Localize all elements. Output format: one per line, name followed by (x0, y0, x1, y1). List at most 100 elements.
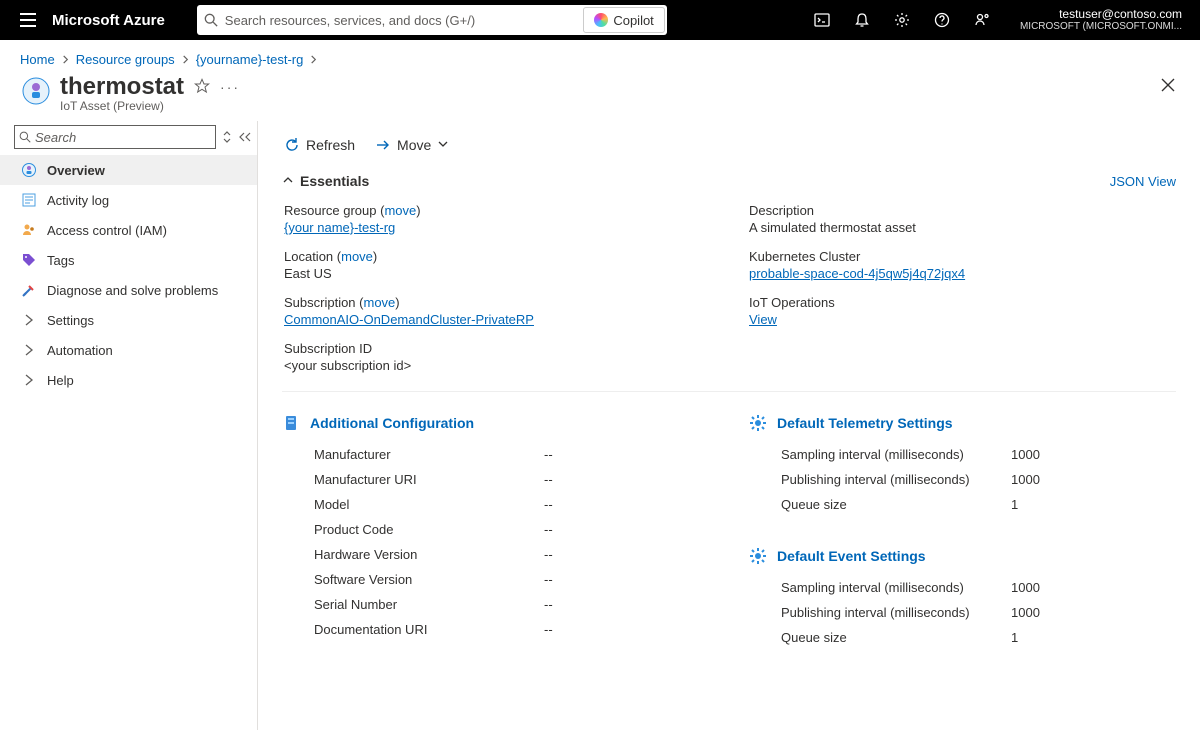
sidebar-item-tags[interactable]: Tags (0, 245, 257, 275)
kv-value: 1000 (1011, 605, 1040, 620)
chevron-up-icon (282, 174, 294, 189)
ess-desc-value: A simulated thermostat asset (749, 220, 1174, 235)
topbar-actions (802, 0, 1002, 40)
help-icon[interactable] (922, 0, 962, 40)
kv-key: Queue size (781, 630, 1011, 645)
kv-key: Documentation URI (314, 622, 544, 637)
config-icon (282, 414, 300, 432)
resource-type-icon (20, 75, 52, 107)
more-actions-icon[interactable]: ··· (220, 79, 240, 95)
ess-iot-value[interactable]: View (749, 312, 777, 327)
kv-value: -- (544, 497, 553, 512)
feedback-icon[interactable] (962, 0, 1002, 40)
tags-icon (21, 252, 37, 268)
sidebar-item-overview[interactable]: Overview (0, 155, 257, 185)
chevron-right-icon (309, 52, 318, 67)
breadcrumb: Home Resource groups {yourname}-test-rg (0, 40, 1200, 73)
copilot-label: Copilot (613, 13, 653, 28)
move-location-link[interactable]: move (341, 249, 373, 264)
kv-key: Sampling interval (milliseconds) (781, 580, 1011, 595)
move-label: Move (397, 137, 431, 153)
sidebar-search-input[interactable] (31, 130, 211, 145)
json-view-link[interactable]: JSON View (1110, 174, 1176, 189)
kv-row: Software Version-- (282, 567, 709, 592)
diagnose-icon (21, 282, 37, 298)
ess-location-label: Location (284, 249, 333, 264)
hamburger-menu-icon[interactable] (8, 0, 48, 40)
kv-key: Manufacturer (314, 447, 544, 462)
kv-value: -- (544, 572, 553, 587)
expand-collapse-icon[interactable] (222, 125, 232, 149)
kv-value: -- (544, 622, 553, 637)
breadcrumb-rg[interactable]: Resource groups (76, 52, 175, 67)
collapse-sidebar-icon[interactable] (238, 125, 252, 149)
kv-row: Sampling interval (milliseconds)1000 (749, 442, 1176, 467)
ess-location-value: East US (284, 266, 709, 281)
kv-row: Publishing interval (milliseconds)1000 (749, 600, 1176, 625)
sidebar-item-label: Diagnose and solve problems (47, 283, 218, 298)
settings-gear-icon[interactable] (882, 0, 922, 40)
breadcrumb-home[interactable]: Home (20, 52, 55, 67)
page-title: thermostat (60, 73, 184, 101)
sidebar-item-label: Help (47, 373, 74, 388)
section-header: Default Event Settings (777, 548, 926, 564)
copilot-button[interactable]: Copilot (583, 7, 664, 33)
kv-key: Publishing interval (milliseconds) (781, 472, 1011, 487)
kv-row: Hardware Version-- (282, 542, 709, 567)
account-tenant: MICROSOFT (MICROSOFT.ONMI... (1020, 21, 1182, 33)
sidebar-item-settings[interactable]: Settings (0, 305, 257, 335)
kv-key: Serial Number (314, 597, 544, 612)
kv-value: 1 (1011, 630, 1018, 645)
kv-key: Software Version (314, 572, 544, 587)
cloud-shell-icon[interactable] (802, 0, 842, 40)
ess-sub-value[interactable]: CommonAIO-OnDemandCluster-PrivateRP (284, 312, 534, 327)
kv-key: Product Code (314, 522, 544, 537)
sidebar-item-automation[interactable]: Automation (0, 335, 257, 365)
sidebar-item-diagnose[interactable]: Diagnose and solve problems (0, 275, 257, 305)
essentials-header: Essentials (300, 173, 369, 189)
notifications-icon[interactable] (842, 0, 882, 40)
kv-value: -- (544, 547, 553, 562)
gear-icon (749, 547, 767, 565)
kv-value: 1 (1011, 497, 1018, 512)
sidebar-item-help[interactable]: Help (0, 365, 257, 395)
ess-rg-label: Resource group (284, 203, 377, 218)
favorite-star-icon[interactable] (194, 78, 210, 97)
section-events[interactable]: Default Event Settings (749, 547, 1176, 565)
kv-value: -- (544, 447, 553, 462)
chevron-right-icon (21, 342, 37, 358)
ess-k8s-value[interactable]: probable-space-cod-4j5qw5j4q72jqx4 (749, 266, 965, 281)
move-button[interactable]: Move (373, 133, 451, 157)
resource-subtitle: IoT Asset (Preview) (60, 99, 240, 113)
refresh-button[interactable]: Refresh (282, 133, 357, 157)
move-rg-link[interactable]: move (384, 203, 416, 218)
essentials-toggle[interactable]: Essentials (282, 173, 369, 189)
close-icon[interactable] (1156, 73, 1180, 100)
account-menu[interactable]: testuser@contoso.com MICROSOFT (MICROSOF… (1002, 7, 1192, 33)
topbar: Microsoft Azure Copilot testuser@contoso… (0, 0, 1200, 40)
sidebar-item-label: Settings (47, 313, 94, 328)
ess-k8s-label: Kubernetes Cluster (749, 249, 1174, 264)
sidebar-item-label: Access control (IAM) (47, 223, 167, 238)
chevron-right-icon (21, 372, 37, 388)
ess-subid-value: <your subscription id> (284, 358, 709, 373)
kv-row: Documentation URI-- (282, 617, 709, 642)
activity-log-icon (21, 192, 37, 208)
chevron-right-icon (181, 52, 190, 67)
access-control-icon (21, 222, 37, 238)
ess-rg-value[interactable]: {your name}-test-rg (284, 220, 395, 235)
kv-key: Publishing interval (milliseconds) (781, 605, 1011, 620)
kv-key: Manufacturer URI (314, 472, 544, 487)
section-additional-config[interactable]: Additional Configuration (282, 414, 709, 432)
sidebar-search[interactable] (14, 125, 216, 149)
global-search[interactable]: Copilot (197, 5, 667, 35)
sidebar-item-activity-log[interactable]: Activity log (0, 185, 257, 215)
move-sub-link[interactable]: move (364, 295, 396, 310)
breadcrumb-current[interactable]: {yourname}-test-rg (196, 52, 304, 67)
resource-header: thermostat ··· IoT Asset (Preview) (0, 73, 1200, 121)
section-telemetry[interactable]: Default Telemetry Settings (749, 414, 1176, 432)
kv-row: Manufacturer URI-- (282, 467, 709, 492)
left-sidebar: Overview Activity log Access control (IA… (0, 121, 258, 730)
sidebar-item-access-control[interactable]: Access control (IAM) (0, 215, 257, 245)
sidebar-item-label: Activity log (47, 193, 109, 208)
